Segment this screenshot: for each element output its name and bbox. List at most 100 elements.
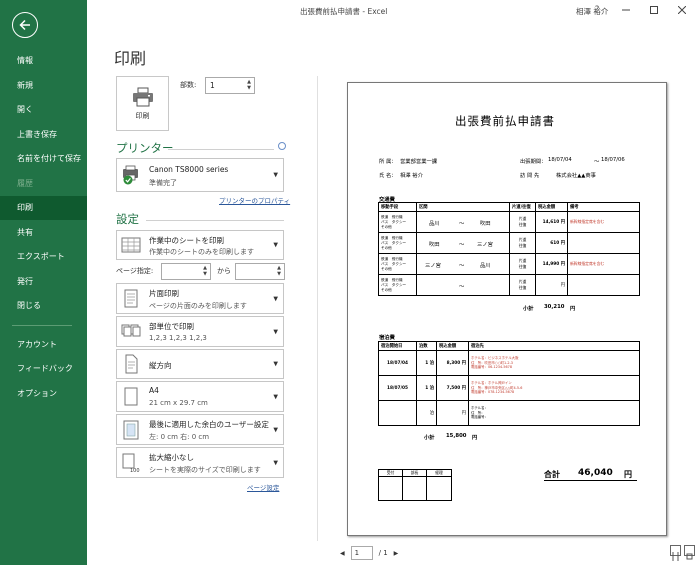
- th-dest: 宿泊先: [468, 341, 640, 351]
- window-title: 出張費前払申請書 - Excel: [300, 7, 388, 16]
- t-tilde: ～: [459, 284, 465, 290]
- nav-print[interactable]: 印刷: [0, 196, 87, 220]
- nav-history: 履歴: [17, 179, 33, 188]
- preview-page: 出張費前払申請書 所 属： 営業部営業一課 氏 名： 相澤 裕介 出張期間： 1…: [347, 82, 667, 536]
- orientation-select[interactable]: 縦方向 ▼: [116, 349, 284, 379]
- maximize-icon: [650, 6, 658, 14]
- printer-status: 準備完了: [149, 179, 177, 187]
- table-row: 泊 円 ホテル名： 住 所： 電話番号：: [378, 400, 640, 426]
- total-label: 合計: [544, 470, 560, 479]
- copies-value: 1: [210, 81, 215, 90]
- show-margins-button[interactable]: [670, 545, 681, 561]
- th-date: 宿泊開始日: [378, 341, 417, 351]
- stamp-label: 経理: [426, 469, 452, 477]
- nav-save[interactable]: 上書き保存: [0, 123, 87, 147]
- zoom-to-page-button[interactable]: [684, 545, 695, 560]
- t-note-cell: 新幹線指定席を含む: [567, 253, 640, 275]
- portrait-icon: [125, 354, 138, 374]
- t-section-cell: 吹田 ～ 三ノ宮: [416, 232, 510, 254]
- dept-label: 所 属：: [379, 159, 397, 165]
- close-window-button[interactable]: [672, 3, 692, 17]
- sides-select[interactable]: 片面印刷 ページの片面のみを印刷します ▼: [116, 283, 284, 314]
- excel-backstage: 情報 新規 開く 上書き保存 名前を付けて保存 履歴 印刷 共有 エクスポート …: [0, 0, 700, 565]
- total-pages: / 1: [378, 549, 388, 557]
- pages-to-spinner[interactable]: ▲ ▼: [275, 265, 283, 278]
- backstage-sidebar: 情報 新規 開く 上書き保存 名前を付けて保存 履歴 印刷 共有 エクスポート …: [0, 0, 87, 565]
- nav-new[interactable]: 新規: [0, 74, 87, 98]
- nav-info[interactable]: 情報: [0, 49, 87, 73]
- t-mode-cell: 鉄道 飛行機 バス タクシー その他: [378, 274, 417, 296]
- nav-options[interactable]: オプション: [0, 382, 87, 406]
- copies-input[interactable]: 1 ▲ ▼: [205, 77, 255, 94]
- t-mode-cell: 鉄道 飛行機 バス タクシー その他: [378, 232, 417, 254]
- print-what-label: 作業中のシートを印刷: [149, 236, 224, 245]
- pages-from-spinner[interactable]: ▲ ▼: [201, 265, 209, 278]
- l-date: 18/07/05: [378, 375, 417, 401]
- t-amount-cell: 14,610 円: [535, 211, 568, 233]
- t-amount-cell: 610 円: [535, 232, 568, 254]
- doc-title: 出張費前払申請書: [455, 114, 555, 128]
- pages-from-input[interactable]: ▲ ▼: [161, 263, 211, 280]
- l-haku: 泊: [429, 411, 434, 416]
- back-arrow-button[interactable]: [12, 12, 38, 38]
- nav-close[interactable]: 閉じる: [0, 294, 87, 318]
- current-page-input[interactable]: 1: [350, 546, 373, 560]
- info-icon[interactable]: [278, 142, 286, 150]
- t-subtotal-unit: 円: [570, 306, 576, 312]
- copies-label: 部数:: [180, 81, 197, 89]
- nav-share[interactable]: 共有: [0, 221, 87, 245]
- one-sided-icon: [124, 289, 138, 307]
- t-unit: 円: [560, 220, 565, 225]
- next-page-icon[interactable]: ▶: [394, 550, 399, 557]
- page-setup-link[interactable]: ページ設定: [247, 482, 279, 492]
- printer-name: Canon TS8000 series: [149, 165, 229, 174]
- help-button[interactable]: ?: [587, 3, 607, 17]
- pages-to-input[interactable]: ▲ ▼: [235, 263, 285, 280]
- t-to: 三ノ宮: [477, 242, 493, 248]
- t-section-cell: 品川 ～ 吹田: [416, 211, 510, 233]
- period-tilde: ～: [594, 159, 600, 165]
- collate-select[interactable]: 部単位で印刷 1,2,3 1,2,3 1,2,3 ▼: [116, 316, 284, 347]
- sidebar-divider: [12, 325, 72, 326]
- t-note-cell: 新幹線指定席を含む: [567, 211, 640, 233]
- period-label: 出張期間：: [520, 159, 547, 165]
- name-value: 相澤 裕介: [400, 173, 423, 179]
- margins-select[interactable]: 最後に適用した余白のユーザー設定 左: 0 cm 右: 0 cm ▼: [116, 414, 284, 445]
- nav-feedback[interactable]: フィードバック: [0, 357, 87, 381]
- printer-properties-link[interactable]: プリンターのプロパティ: [219, 195, 290, 205]
- dept-value: 営業部営業一課: [400, 159, 438, 165]
- t-note-cell: [567, 274, 640, 296]
- margins-toggle-icon: [672, 552, 679, 561]
- l-amount-cell: 8,300 円: [436, 350, 469, 376]
- nav-publish[interactable]: 発行: [0, 270, 87, 294]
- t-note-cell: [567, 232, 640, 254]
- approval-stamp-table: 受付 部長 経理: [378, 469, 452, 501]
- copies-spinner[interactable]: ▲ ▼: [245, 79, 253, 92]
- total-underline: [544, 480, 637, 481]
- lodging-heading: 宿泊費: [379, 335, 395, 341]
- nav-open[interactable]: 開く: [0, 98, 87, 122]
- t-from: 三ノ宮: [425, 263, 441, 269]
- th-amount: 税込金額: [535, 202, 568, 212]
- print-button[interactable]: 印刷: [116, 76, 169, 131]
- l-nights: 1: [425, 361, 429, 366]
- printer-select[interactable]: Canon TS8000 series 準備完了 ▼: [116, 158, 284, 192]
- nav-account[interactable]: アカウント: [0, 333, 87, 357]
- stamp-box: [402, 476, 427, 501]
- minimize-button[interactable]: [616, 3, 636, 17]
- th-l-amount: 税込金額: [436, 341, 469, 351]
- table-row: 鉄道 飛行機 バス タクシー その他 三ノ宮 ～ 品川 片道 往復 14,990 円…: [378, 253, 640, 275]
- scaling-select[interactable]: 100 拡大縮小なし シートを実際のサイズで印刷します ▼: [116, 447, 284, 478]
- scaling-label: 拡大縮小なし: [149, 453, 194, 462]
- t-unit: 円: [560, 241, 565, 246]
- th-mode: 移動手段: [378, 202, 417, 212]
- nav-export[interactable]: エクスポート: [0, 245, 87, 269]
- prev-page-icon[interactable]: ◀: [340, 550, 345, 557]
- paper-size-select[interactable]: A4 21 cm x 29.7 cm ▼: [116, 381, 284, 412]
- print-what-select[interactable]: 作業中のシートを印刷 作業中のシートのみを印刷します ▼: [116, 230, 284, 260]
- table-row: 18/07/05 1 泊 7,500 円 ホテル名：ホテル神戸イン 住 所：神戸…: [378, 375, 640, 401]
- nav-save-as[interactable]: 名前を付けて保存: [0, 147, 87, 171]
- settings-heading: 設定: [116, 212, 139, 226]
- l-date: 18/07/04: [378, 350, 417, 376]
- maximize-button[interactable]: [644, 3, 664, 17]
